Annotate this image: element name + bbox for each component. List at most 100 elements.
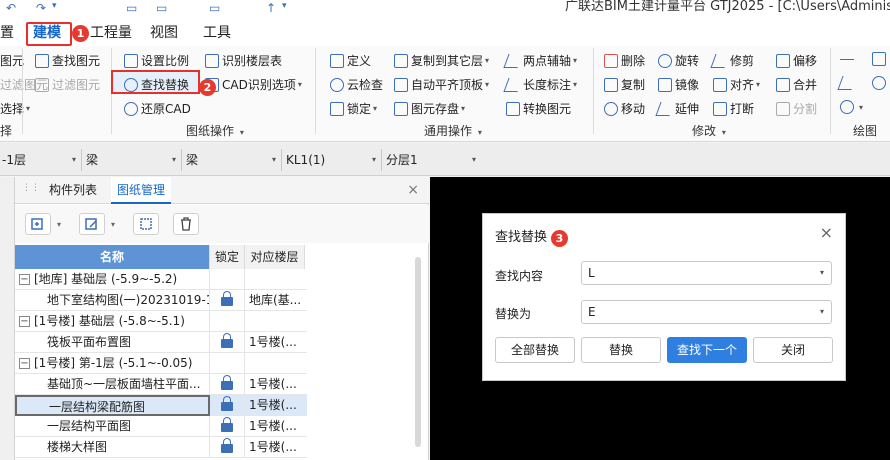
column-header-name[interactable]: 名称 xyxy=(15,245,210,269)
lock-cell[interactable] xyxy=(210,353,245,374)
lock-icon[interactable] xyxy=(221,375,233,390)
lock-cell[interactable] xyxy=(210,269,245,290)
open-file-icon[interactable]: ▭ xyxy=(126,1,137,15)
lock-icon[interactable] xyxy=(221,333,233,348)
replace-all-button[interactable]: 全部替换 xyxy=(495,337,575,363)
align-button[interactable]: 对齐 ▾ xyxy=(713,76,760,93)
sublayer-select[interactable]: 分层1 ▾ xyxy=(384,149,480,171)
find-next-button[interactable]: 查找下一个 xyxy=(667,337,747,363)
close-icon[interactable]: × xyxy=(820,223,833,242)
table-row[interactable]: 楼梯大样图 1号楼(... xyxy=(15,437,307,458)
lock-cell[interactable] xyxy=(210,290,245,311)
lock-icon[interactable] xyxy=(221,438,233,453)
find-replace-button-overlay[interactable]: 查找替换 xyxy=(124,76,189,93)
lock-cell[interactable] xyxy=(210,416,245,437)
delete-button[interactable]: 删除 xyxy=(604,52,645,69)
find-element-button[interactable]: 查找图元 xyxy=(35,52,100,69)
undo-icon[interactable]: ↶ xyxy=(6,1,16,15)
copy-to-floor-button[interactable]: 复制到其它层 ▾ xyxy=(394,52,489,69)
replace-input[interactable]: E ▾ xyxy=(581,300,832,324)
find-input[interactable]: L ▾ xyxy=(581,261,832,285)
cad-options-button[interactable]: CAD识别选项 ▾ xyxy=(205,76,302,93)
subtype-select[interactable]: 梁 ▾ xyxy=(184,149,280,171)
tab-component-list[interactable]: 构件列表 xyxy=(43,177,103,204)
edit-drawing-button[interactable] xyxy=(79,213,105,235)
merge-button[interactable]: 合并 xyxy=(776,76,817,93)
table-row[interactable]: 一层结构梁配筋图 1号楼(... xyxy=(15,395,307,416)
draw-circle-button[interactable] xyxy=(872,76,889,90)
redo-icon[interactable]: ↷ xyxy=(36,1,46,15)
redo-dropdown-icon[interactable]: ▾ xyxy=(52,1,57,11)
rotate-button[interactable]: 旋转 xyxy=(658,52,699,69)
column-header-floor[interactable]: 对应楼层 xyxy=(245,245,305,269)
tab-drawing-management[interactable]: 图纸管理 xyxy=(111,177,172,204)
edit-drawing-dropdown[interactable]: ▾ xyxy=(107,213,119,235)
qat-more-icon[interactable]: ▾ xyxy=(282,1,287,11)
drag-grip-icon[interactable]: ⋮⋮ xyxy=(22,184,40,197)
lock-icon[interactable] xyxy=(221,396,233,411)
lock-button[interactable]: 锁定 ▾ xyxy=(330,100,377,117)
cloud-check-button[interactable]: 云检查 xyxy=(330,76,383,93)
table-row[interactable]: 基础顶~一层板面墙柱平面... 1号楼(... xyxy=(15,374,307,395)
ribbon-partial-select[interactable]: 选择 ▾ xyxy=(0,100,30,117)
tab-settings-partial[interactable]: 置 xyxy=(0,22,14,42)
draw-point-button[interactable] xyxy=(840,52,857,60)
element-select[interactable]: KL1(1) ▾ xyxy=(284,149,380,171)
identify-floor-table-button[interactable]: 识别楼层表 xyxy=(205,52,282,69)
restore-cad-button[interactable]: 还原CAD xyxy=(124,100,191,117)
collapse-icon[interactable]: − xyxy=(19,358,30,369)
tree-group-row[interactable]: − [1号楼] 第-1层 (-5.1~-0.05) xyxy=(15,353,307,374)
upload-icon[interactable]: ↑ xyxy=(266,1,276,15)
offset-button[interactable]: 偏移 xyxy=(776,52,817,69)
replace-button[interactable]: 替换 xyxy=(581,337,661,363)
lock-cell[interactable] xyxy=(210,374,245,395)
lock-cell[interactable] xyxy=(210,395,245,416)
save-icon[interactable]: ▭ xyxy=(156,1,167,15)
close-icon[interactable]: × xyxy=(407,182,419,198)
tree-group-row[interactable]: − [1号楼] 基础层 (-5.8~-5.1) xyxy=(15,311,307,332)
table-row[interactable]: 筏板平面布置图 1号楼(... xyxy=(15,332,307,353)
delete-drawing-button[interactable] xyxy=(173,213,199,235)
lock-cell[interactable] xyxy=(210,332,245,353)
length-mark-button[interactable]: 长度标注 ▾ xyxy=(503,76,577,93)
ribbon-partial-find[interactable]: 图元 xyxy=(0,52,24,69)
lock-cell[interactable] xyxy=(210,437,245,458)
convert-element-button[interactable]: 转换图元 xyxy=(506,100,571,117)
dialog-close-button[interactable]: 关闭 xyxy=(753,337,833,363)
type-select[interactable]: 梁 ▾ xyxy=(84,149,180,171)
draw-arc-button[interactable]: ▾ xyxy=(840,100,863,114)
define-button[interactable]: 定义 xyxy=(330,52,371,69)
add-drawing-dropdown[interactable]: ▾ xyxy=(53,213,65,235)
collapse-icon[interactable]: − xyxy=(19,274,30,285)
add-drawing-button[interactable] xyxy=(25,213,51,235)
print-icon[interactable]: ▭ xyxy=(209,1,220,15)
chevron-down-icon[interactable]: ▾ xyxy=(820,262,824,284)
chevron-down-icon[interactable]: ▾ xyxy=(820,301,824,323)
split-drawing-button[interactable] xyxy=(133,213,159,235)
extend-button[interactable]: 延伸 xyxy=(655,100,699,117)
mirror-button[interactable]: 镜像 xyxy=(658,76,699,93)
move-button[interactable]: 移动 xyxy=(604,100,645,117)
tab-quantity[interactable]: 工程量 xyxy=(90,22,132,42)
tree-group-row[interactable]: − [地库] 基础层 (-5.9~-5.2) xyxy=(15,269,307,290)
column-header-lock[interactable]: 锁定 xyxy=(210,245,245,269)
draw-line-button[interactable] xyxy=(837,76,857,90)
copy-button[interactable]: 复制 xyxy=(604,76,645,93)
break-button[interactable]: 打断 xyxy=(713,100,754,117)
two-point-axis-button[interactable]: 两点辅轴 ▾ xyxy=(503,52,577,69)
auto-flat-top-button[interactable]: 自动平齐顶板 ▾ xyxy=(394,76,489,93)
collapse-icon[interactable]: − xyxy=(19,316,30,327)
set-scale-button[interactable]: 设置比例 xyxy=(124,52,189,69)
trim-button[interactable]: 修剪 xyxy=(710,52,754,69)
lock-cell[interactable] xyxy=(210,311,245,332)
vertical-scrollbar[interactable] xyxy=(415,257,421,447)
table-row[interactable]: 一层结构平面图 1号楼(... xyxy=(15,416,307,437)
tab-view[interactable]: 视图 xyxy=(150,22,178,42)
element-save-button[interactable]: 图元存盘 ▾ xyxy=(394,100,465,117)
lock-icon[interactable] xyxy=(221,417,233,432)
lock-icon[interactable] xyxy=(221,291,233,306)
tab-tools[interactable]: 工具 xyxy=(203,22,231,42)
draw-rect-button[interactable] xyxy=(872,52,889,66)
table-row[interactable]: 地下室结构图(一)20231019-1 地库(基... xyxy=(15,290,307,311)
floor-select[interactable]: -1层 ▾ xyxy=(0,149,80,171)
